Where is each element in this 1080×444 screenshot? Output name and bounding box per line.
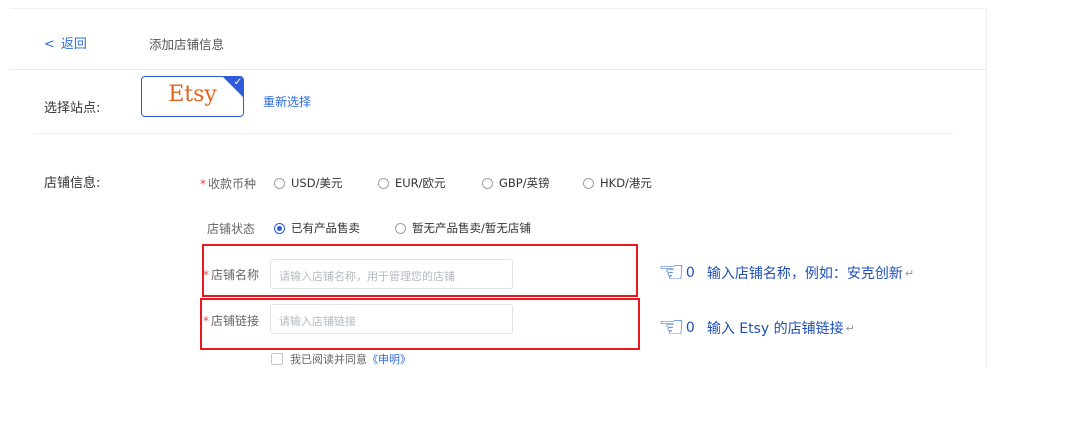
- pointing-hand-icon: ☜: [658, 255, 685, 290]
- radio-gbp[interactable]: GBP/英镑: [482, 175, 583, 191]
- radio-label: 已有产品售卖: [291, 221, 360, 235]
- radio-hkd[interactable]: HKD/港元: [583, 175, 652, 191]
- status-label: 店铺状态: [207, 222, 256, 236]
- annotation-link: ☜ 0 输入 Etsy 的店铺链接 ↵: [658, 313, 855, 343]
- radio-dot: [274, 177, 285, 189]
- store-info-label: 店铺信息:: [44, 176, 101, 191]
- currency-radio-group: USD/美元 EUR/欧元 GBP/英镑 HKD/港元: [274, 175, 652, 191]
- radio-usd[interactable]: USD/美元: [274, 175, 378, 191]
- annotation-marker: 0: [685, 265, 695, 281]
- back-button[interactable]: < 返回: [44, 33, 87, 52]
- page-title: 添加店铺信息: [149, 37, 225, 52]
- agreement-checkbox[interactable]: [271, 353, 283, 365]
- radio-no-products[interactable]: 暂无产品售卖/暂无店铺: [395, 220, 531, 236]
- annotation-name: ☜ 0 输入店铺名称，例如：安克创新 ↵: [658, 258, 914, 288]
- reselect-link[interactable]: 重新选择: [263, 93, 311, 110]
- radio-eur[interactable]: EUR/欧元: [378, 175, 482, 191]
- required-mark: *: [200, 177, 206, 191]
- radio-dot-selected: [274, 222, 285, 234]
- top-bar: < 返回 添加店铺信息: [10, 9, 987, 70]
- radio-dot: [583, 177, 594, 189]
- back-label: 返回: [60, 37, 87, 52]
- highlight-box-link: [200, 298, 640, 350]
- agreement-text: 我已阅读并同意: [290, 353, 367, 366]
- radio-dot: [482, 177, 493, 189]
- site-label: 选择站点:: [44, 101, 101, 116]
- currency-label: * 收款币种: [200, 175, 256, 192]
- pointing-hand-icon: ☜: [658, 310, 685, 345]
- radio-label: GBP/英镑: [499, 176, 550, 190]
- agreement-row: 我已阅读并同意 《申明》: [271, 351, 411, 367]
- return-mark: ↵: [904, 266, 915, 280]
- radio-has-products[interactable]: 已有产品售卖: [274, 220, 395, 236]
- radio-label: HKD/港元: [600, 176, 652, 190]
- radio-label: 暂无产品售卖/暂无店铺: [412, 221, 531, 235]
- divider: [34, 133, 954, 134]
- radio-dot: [395, 222, 406, 234]
- radio-label: USD/美元: [291, 176, 343, 190]
- status-radio-group: 已有产品售卖 暂无产品售卖/暂无店铺: [274, 220, 531, 236]
- currency-label-text: 收款币种: [208, 177, 257, 191]
- annotation-marker: 0: [685, 320, 695, 336]
- annotation-link-text: 输入 Etsy 的店铺链接: [706, 321, 844, 337]
- agreement-link[interactable]: 《申明》: [367, 351, 411, 367]
- return-mark: ↵: [845, 321, 855, 335]
- chevron-left-icon: <: [44, 37, 55, 52]
- annotation-name-text: 输入店铺名称，例如：安克创新: [706, 266, 903, 282]
- site-card-etsy[interactable]: Etsy ✓: [141, 76, 244, 117]
- radio-label: EUR/欧元: [395, 176, 446, 190]
- check-icon: ✓: [233, 77, 242, 88]
- highlight-box-name: [202, 244, 638, 297]
- radio-dot: [378, 177, 389, 189]
